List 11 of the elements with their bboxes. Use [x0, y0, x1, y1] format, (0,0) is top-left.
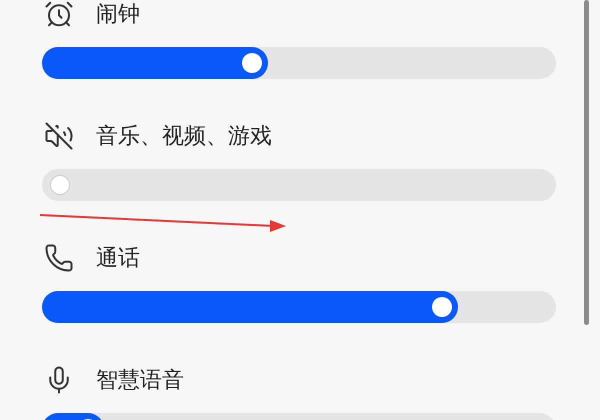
volume-slider[interactable] — [42, 169, 556, 201]
volume-label: 音乐、视频、游戏 — [96, 122, 272, 150]
volume-label: 智慧语音 — [96, 366, 184, 394]
muted-speaker-icon — [44, 121, 74, 151]
phone-icon — [44, 243, 74, 273]
volume-slider[interactable] — [42, 291, 556, 323]
volume-slider[interactable] — [42, 47, 556, 79]
volume-label: 闹钟 — [96, 0, 140, 28]
alarm-clock-icon — [44, 0, 74, 29]
slider-thumb[interactable] — [50, 175, 70, 195]
volume-label: 通话 — [96, 244, 140, 272]
